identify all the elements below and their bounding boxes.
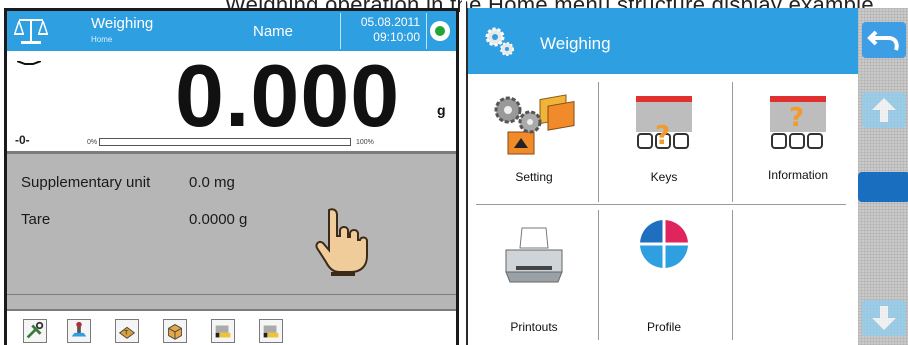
menu-grid: Setting ? Keys ? Information Printouts P…	[468, 74, 858, 345]
date-time-box: 05.08.2011 09:10:00	[340, 13, 427, 49]
weighing-home-screen: Weighing Home Name 05.08.2011 09:10:00 -…	[4, 8, 459, 345]
keys-question-icon: ?	[636, 96, 692, 150]
screen-subtitle: Home	[91, 35, 113, 44]
menu-item-label: Information	[767, 168, 829, 182]
menu-item-label: Printouts	[510, 320, 558, 334]
weight-unit[interactable]: g	[437, 102, 446, 118]
info-field[interactable]: Supplementary unit 0.0 mg Tare 0.0000 g	[7, 151, 456, 296]
down-arrow-icon[interactable]	[862, 300, 906, 336]
printer-bar-icon[interactable]	[211, 319, 235, 343]
menu-item-setting[interactable]: Setting	[470, 74, 598, 202]
grid-divider	[732, 82, 733, 202]
menu-item-label: Setting	[515, 170, 553, 184]
info-value-supplementary: 0.0 mg	[189, 174, 235, 191]
svg-text:?: ?	[789, 103, 804, 133]
grid-divider	[732, 210, 733, 340]
weighing-menu-screen: Weighing Setting ? Keys ? Information Pr…	[466, 8, 908, 345]
svg-text:T: T	[123, 329, 128, 337]
menu-item-label: Profile	[646, 320, 681, 334]
grid-divider	[598, 210, 599, 340]
pointing-hand-icon	[315, 208, 368, 276]
svg-text:?: ?	[655, 121, 670, 150]
menu-side-navigation	[858, 8, 908, 345]
gears-icon	[485, 27, 514, 56]
menu-title: Weighing	[540, 34, 611, 53]
menu-item-profile[interactable]: Profile	[600, 208, 728, 336]
product-box-icon[interactable]	[163, 319, 187, 343]
menu-header: Weighing	[468, 8, 858, 74]
info-label-supplementary: Supplementary unit	[21, 174, 151, 191]
bar-min-label: 0%	[87, 139, 98, 146]
information-question-icon: ?	[770, 96, 826, 149]
quick-access-toolbar: T	[7, 309, 456, 345]
settings-gears-icon	[494, 94, 575, 155]
screen-title: Weighing	[91, 15, 154, 32]
grid-divider	[476, 204, 846, 205]
bar-max-label: 100%	[356, 139, 374, 146]
tools-icon[interactable]	[23, 319, 47, 343]
menu-item-keys[interactable]: ? Keys	[600, 74, 728, 202]
scale-logo-icon	[14, 19, 48, 44]
profile-pie-icon	[640, 220, 688, 268]
up-arrow-icon[interactable]	[862, 92, 906, 128]
grid-divider	[598, 82, 599, 202]
scrollbar-handle[interactable]	[858, 172, 908, 202]
menu-item-information[interactable]: ? Information	[734, 74, 862, 202]
info-value-tare: 0.0000 g	[189, 211, 248, 228]
weighing-pan-icon[interactable]	[67, 319, 91, 343]
tare-box-icon[interactable]: T	[115, 319, 139, 343]
weight-display: -0- 0.000 g 0% 100%	[7, 46, 456, 151]
printer-bar-alt-icon[interactable]	[259, 319, 283, 343]
menu-item-printouts[interactable]: Printouts	[470, 208, 598, 336]
user-name-button[interactable]: Name	[253, 23, 293, 40]
back-arrow-icon[interactable]	[862, 22, 906, 58]
date-text: 05.08.2011	[360, 15, 420, 29]
status-indicator-icon[interactable]	[430, 21, 450, 41]
stability-marker-icon	[17, 61, 41, 65]
info-label-tare: Tare	[21, 211, 51, 228]
load-bargraph	[99, 138, 351, 146]
printer-icon	[505, 227, 563, 283]
time-text: 09:10:00	[373, 30, 420, 44]
weight-value: 0.000	[175, 46, 401, 145]
zero-indicator: -0-	[15, 133, 30, 147]
menu-item-label: Keys	[650, 170, 678, 184]
info-field-secondary	[7, 295, 456, 309]
